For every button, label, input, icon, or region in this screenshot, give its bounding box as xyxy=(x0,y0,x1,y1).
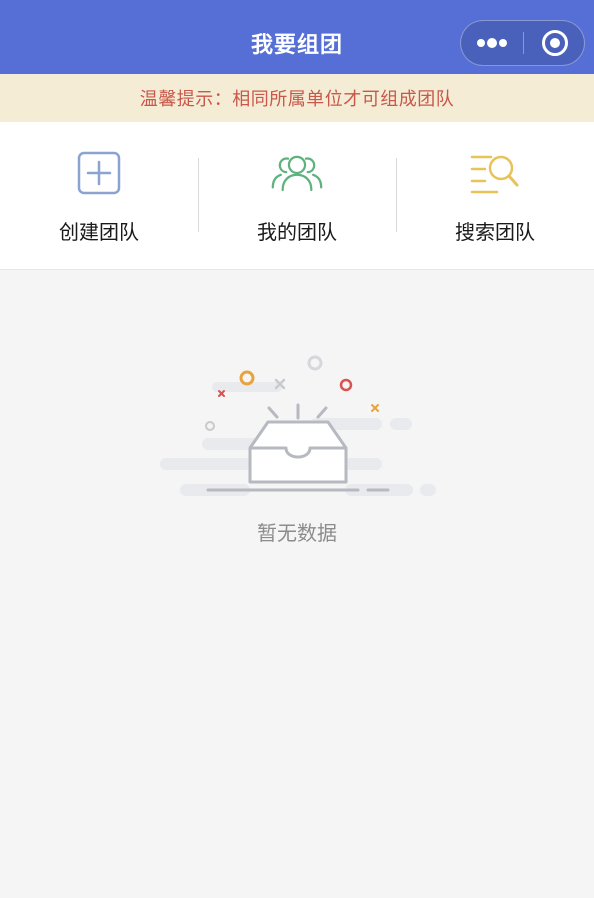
empty-inbox-icon xyxy=(160,355,436,496)
my-team-label: 我的团队 xyxy=(257,220,337,244)
close-button[interactable] xyxy=(524,21,586,65)
create-team-label: 创建团队 xyxy=(59,220,139,244)
plus-square-icon xyxy=(73,150,125,196)
empty-state-text: 暂无数据 xyxy=(257,521,337,545)
more-dots-icon xyxy=(477,38,507,48)
tip-text: 温馨提示：相同所属单位才可组成团队 xyxy=(139,89,455,110)
target-circle-icon xyxy=(542,30,568,56)
create-team-button[interactable]: 创建团队 xyxy=(0,122,198,270)
tip-banner: 温馨提示：相同所属单位才可组成团队 xyxy=(0,74,594,122)
mini-program-capsule xyxy=(460,20,585,66)
search-team-label: 搜索团队 xyxy=(455,220,535,244)
my-team-button[interactable]: 我的团队 xyxy=(198,122,396,270)
users-group-icon xyxy=(271,150,323,196)
empty-state-illustration xyxy=(150,350,450,510)
more-button[interactable] xyxy=(461,21,523,65)
action-row: 创建团队 我的团队 搜索团队 xyxy=(0,122,594,270)
search-list-icon xyxy=(469,150,521,196)
navigation-bar: 我要组团 xyxy=(0,0,594,74)
search-team-button[interactable]: 搜索团队 xyxy=(396,122,594,270)
